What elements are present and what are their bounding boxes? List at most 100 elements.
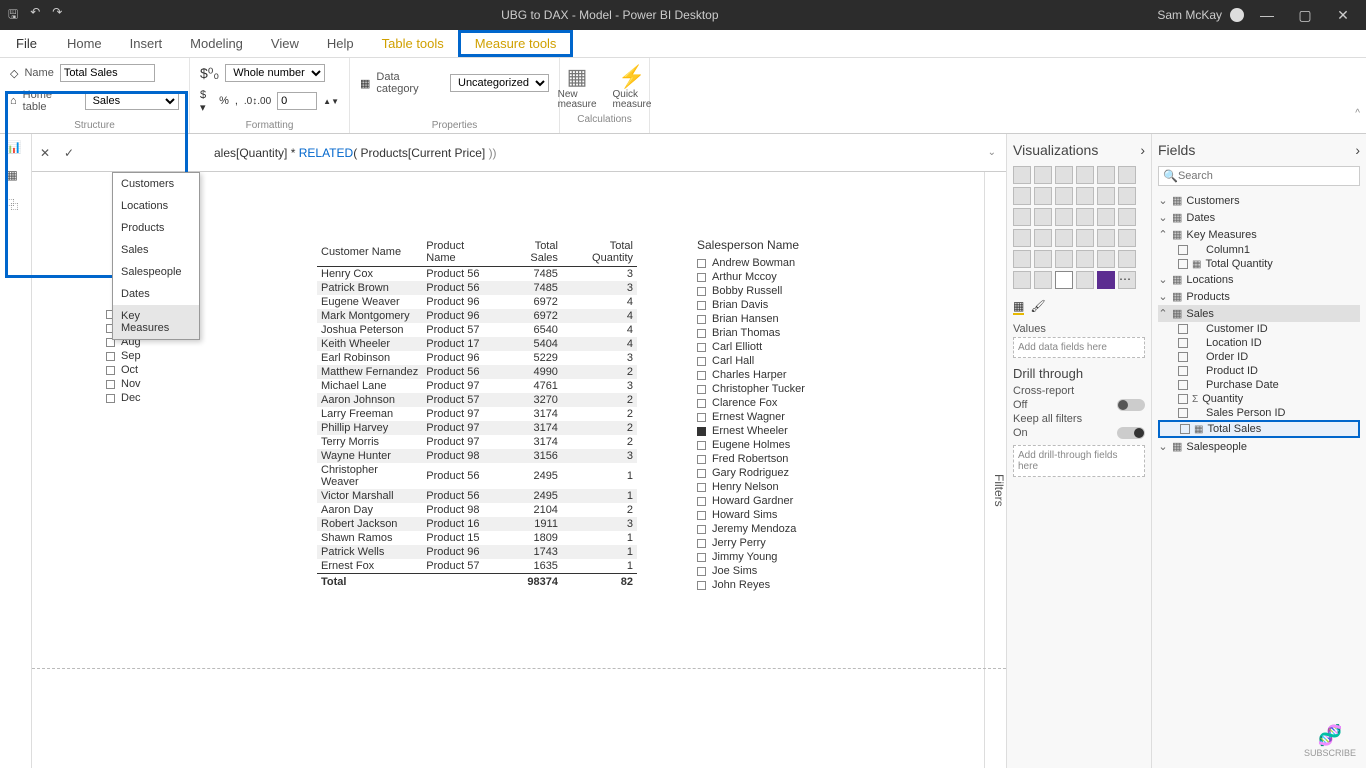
home-table-dropdown[interactable]: CustomersLocationsProductsSalesSalespeop… — [112, 172, 200, 340]
fields-table[interactable]: ⌃▦Key Measures — [1158, 226, 1360, 243]
formula-commit-icon[interactable]: ✓ — [60, 146, 78, 160]
fields-table[interactable]: ⌄▦Locations — [1158, 271, 1360, 288]
insert-tab[interactable]: Insert — [116, 30, 177, 57]
viz-type-icon[interactable] — [1097, 208, 1115, 226]
close-button[interactable]: ✕ — [1328, 7, 1358, 24]
viz-pane-chevron-icon[interactable]: › — [1140, 142, 1145, 158]
viz-type-icon[interactable] — [1118, 250, 1136, 268]
salesperson-item[interactable]: Jimmy Young — [697, 550, 897, 564]
formula-expand-icon[interactable]: ⌄ — [982, 147, 1002, 158]
fields-table[interactable]: ⌄▦Customers — [1158, 192, 1360, 209]
fields-table[interactable]: ⌄▦Products — [1158, 288, 1360, 305]
home-table-option[interactable]: Sales — [113, 239, 199, 261]
drill-well[interactable]: Add drill-through fields here — [1013, 445, 1145, 477]
salesperson-item[interactable]: Carl Elliott — [697, 340, 897, 354]
home-table-option[interactable]: Locations — [113, 195, 199, 217]
month-slicer-item[interactable]: Nov — [106, 377, 196, 391]
cross-report-toggle[interactable] — [1117, 399, 1145, 411]
viz-type-icon[interactable] — [1034, 187, 1052, 205]
table-row[interactable]: Aaron DayProduct 9821042 — [317, 503, 637, 517]
table-row[interactable]: Matthew FernandezProduct 5649902 — [317, 365, 637, 379]
home-table-select[interactable]: Sales — [85, 92, 179, 110]
viz-type-icon[interactable] — [1034, 250, 1052, 268]
viz-type-icon[interactable] — [1076, 250, 1094, 268]
viz-type-icon[interactable] — [1097, 250, 1115, 268]
maximize-button[interactable]: ▢ — [1290, 7, 1320, 24]
table-row[interactable]: Phillip HarveyProduct 9731742 — [317, 421, 637, 435]
salesperson-item[interactable]: Ernest Wheeler — [697, 424, 897, 438]
view-tab[interactable]: View — [257, 30, 313, 57]
fields-field[interactable]: Location ID — [1158, 336, 1360, 350]
home-table-option[interactable]: Products — [113, 217, 199, 239]
viz-type-icon[interactable] — [1013, 187, 1031, 205]
undo-icon[interactable]: ↶ — [30, 5, 40, 26]
formula-bar[interactable]: ✕ ✓ ales[Quantity] * RELATED( Products[C… — [32, 134, 1006, 172]
keep-filters-toggle[interactable] — [1117, 427, 1145, 439]
table-row[interactable]: Robert JacksonProduct 1619113 — [317, 517, 637, 531]
salesperson-item[interactable]: Henry Nelson — [697, 480, 897, 494]
salesperson-item[interactable]: Ernest Wagner — [697, 410, 897, 424]
table-row[interactable]: Eugene WeaverProduct 9669724 — [317, 295, 637, 309]
viz-type-icon[interactable] — [1055, 229, 1073, 247]
table-header[interactable]: Total Sales — [500, 238, 562, 267]
salesperson-item[interactable]: Brian Thomas — [697, 326, 897, 340]
home-table-option[interactable]: Salespeople — [113, 261, 199, 283]
table-row[interactable]: Wayne HunterProduct 9831563 — [317, 449, 637, 463]
fields-tab-icon[interactable]: ▦ — [1013, 299, 1024, 315]
save-icon[interactable]: 🖫 — [8, 5, 18, 26]
fields-field[interactable]: Customer ID — [1158, 322, 1360, 336]
viz-type-icon[interactable] — [1034, 166, 1052, 184]
table-header[interactable]: Product Name — [422, 238, 500, 267]
viz-type-icon[interactable] — [1076, 187, 1094, 205]
viz-type-icon[interactable] — [1013, 271, 1031, 289]
table-row[interactable]: Shawn RamosProduct 1518091 — [317, 531, 637, 545]
viz-type-icon[interactable] — [1076, 271, 1094, 289]
salesperson-item[interactable]: Jerry Perry — [697, 536, 897, 550]
table-header[interactable]: Total Quantity — [562, 238, 637, 267]
salesperson-item[interactable]: Jeremy Mendoza — [697, 522, 897, 536]
currency-button[interactable]: $ ▾ — [200, 89, 213, 114]
stepper-icon[interactable]: ▲▼ — [323, 97, 339, 106]
comma-button[interactable]: , — [235, 95, 238, 107]
viz-type-icon[interactable] — [1013, 208, 1031, 226]
viz-type-icon[interactable] — [1076, 166, 1094, 184]
salesperson-item[interactable]: Brian Hansen — [697, 312, 897, 326]
fields-field[interactable]: Sales Person ID — [1158, 406, 1360, 420]
name-input[interactable] — [60, 64, 155, 82]
file-tab[interactable]: File — [0, 30, 53, 57]
salesperson-item[interactable]: Howard Sims — [697, 508, 897, 522]
viz-type-icon[interactable] — [1097, 166, 1115, 184]
salesperson-item[interactable]: Gary Rodriguez — [697, 466, 897, 480]
fields-field[interactable]: Column1 — [1158, 243, 1360, 257]
viz-type-icon[interactable] — [1034, 229, 1052, 247]
fields-pane-chevron-icon[interactable]: › — [1355, 142, 1360, 158]
format-select[interactable]: Whole number — [225, 64, 325, 82]
salesperson-item[interactable]: Clarence Fox — [697, 396, 897, 410]
salesperson-item[interactable]: Carl Hall — [697, 354, 897, 368]
data-view-icon[interactable]: ▦ — [7, 168, 25, 186]
ribbon-collapse-chevron[interactable]: ^ — [1355, 108, 1360, 119]
fields-search-input[interactable] — [1178, 170, 1355, 182]
viz-type-icon[interactable] — [1118, 229, 1136, 247]
viz-type-icon[interactable] — [1013, 250, 1031, 268]
viz-type-icon[interactable] — [1013, 166, 1031, 184]
data-category-select[interactable]: Uncategorized — [450, 74, 549, 92]
viz-type-icon[interactable] — [1118, 187, 1136, 205]
viz-type-icon[interactable] — [1034, 208, 1052, 226]
measure-tools-tab[interactable]: Measure tools — [458, 30, 574, 57]
decimals-input[interactable] — [277, 92, 317, 110]
fields-field[interactable]: Order ID — [1158, 350, 1360, 364]
table-row[interactable]: Henry CoxProduct 5674853 — [317, 267, 637, 282]
table-row[interactable]: Michael LaneProduct 9747613 — [317, 379, 637, 393]
quick-measure-button[interactable]: ⚡ Quick measure — [607, 62, 658, 112]
viz-type-icon[interactable] — [1034, 271, 1052, 289]
table-row[interactable]: Christopher WeaverProduct 5624951 — [317, 463, 637, 489]
fields-field[interactable]: ▦Total Quantity — [1158, 257, 1360, 271]
viz-type-icon[interactable] — [1076, 229, 1094, 247]
modeling-tab[interactable]: Modeling — [176, 30, 257, 57]
salesperson-item[interactable]: Andrew Bowman — [697, 256, 897, 270]
table-row[interactable]: Patrick BrownProduct 5674853 — [317, 281, 637, 295]
sales-table-visual[interactable]: Customer NameProduct NameTotal SalesTota… — [317, 238, 637, 590]
salesperson-slicer[interactable]: Salesperson Name Andrew BowmanArthur Mcc… — [697, 238, 897, 592]
format-tab-icon[interactable]: 🖌 — [1030, 299, 1045, 315]
